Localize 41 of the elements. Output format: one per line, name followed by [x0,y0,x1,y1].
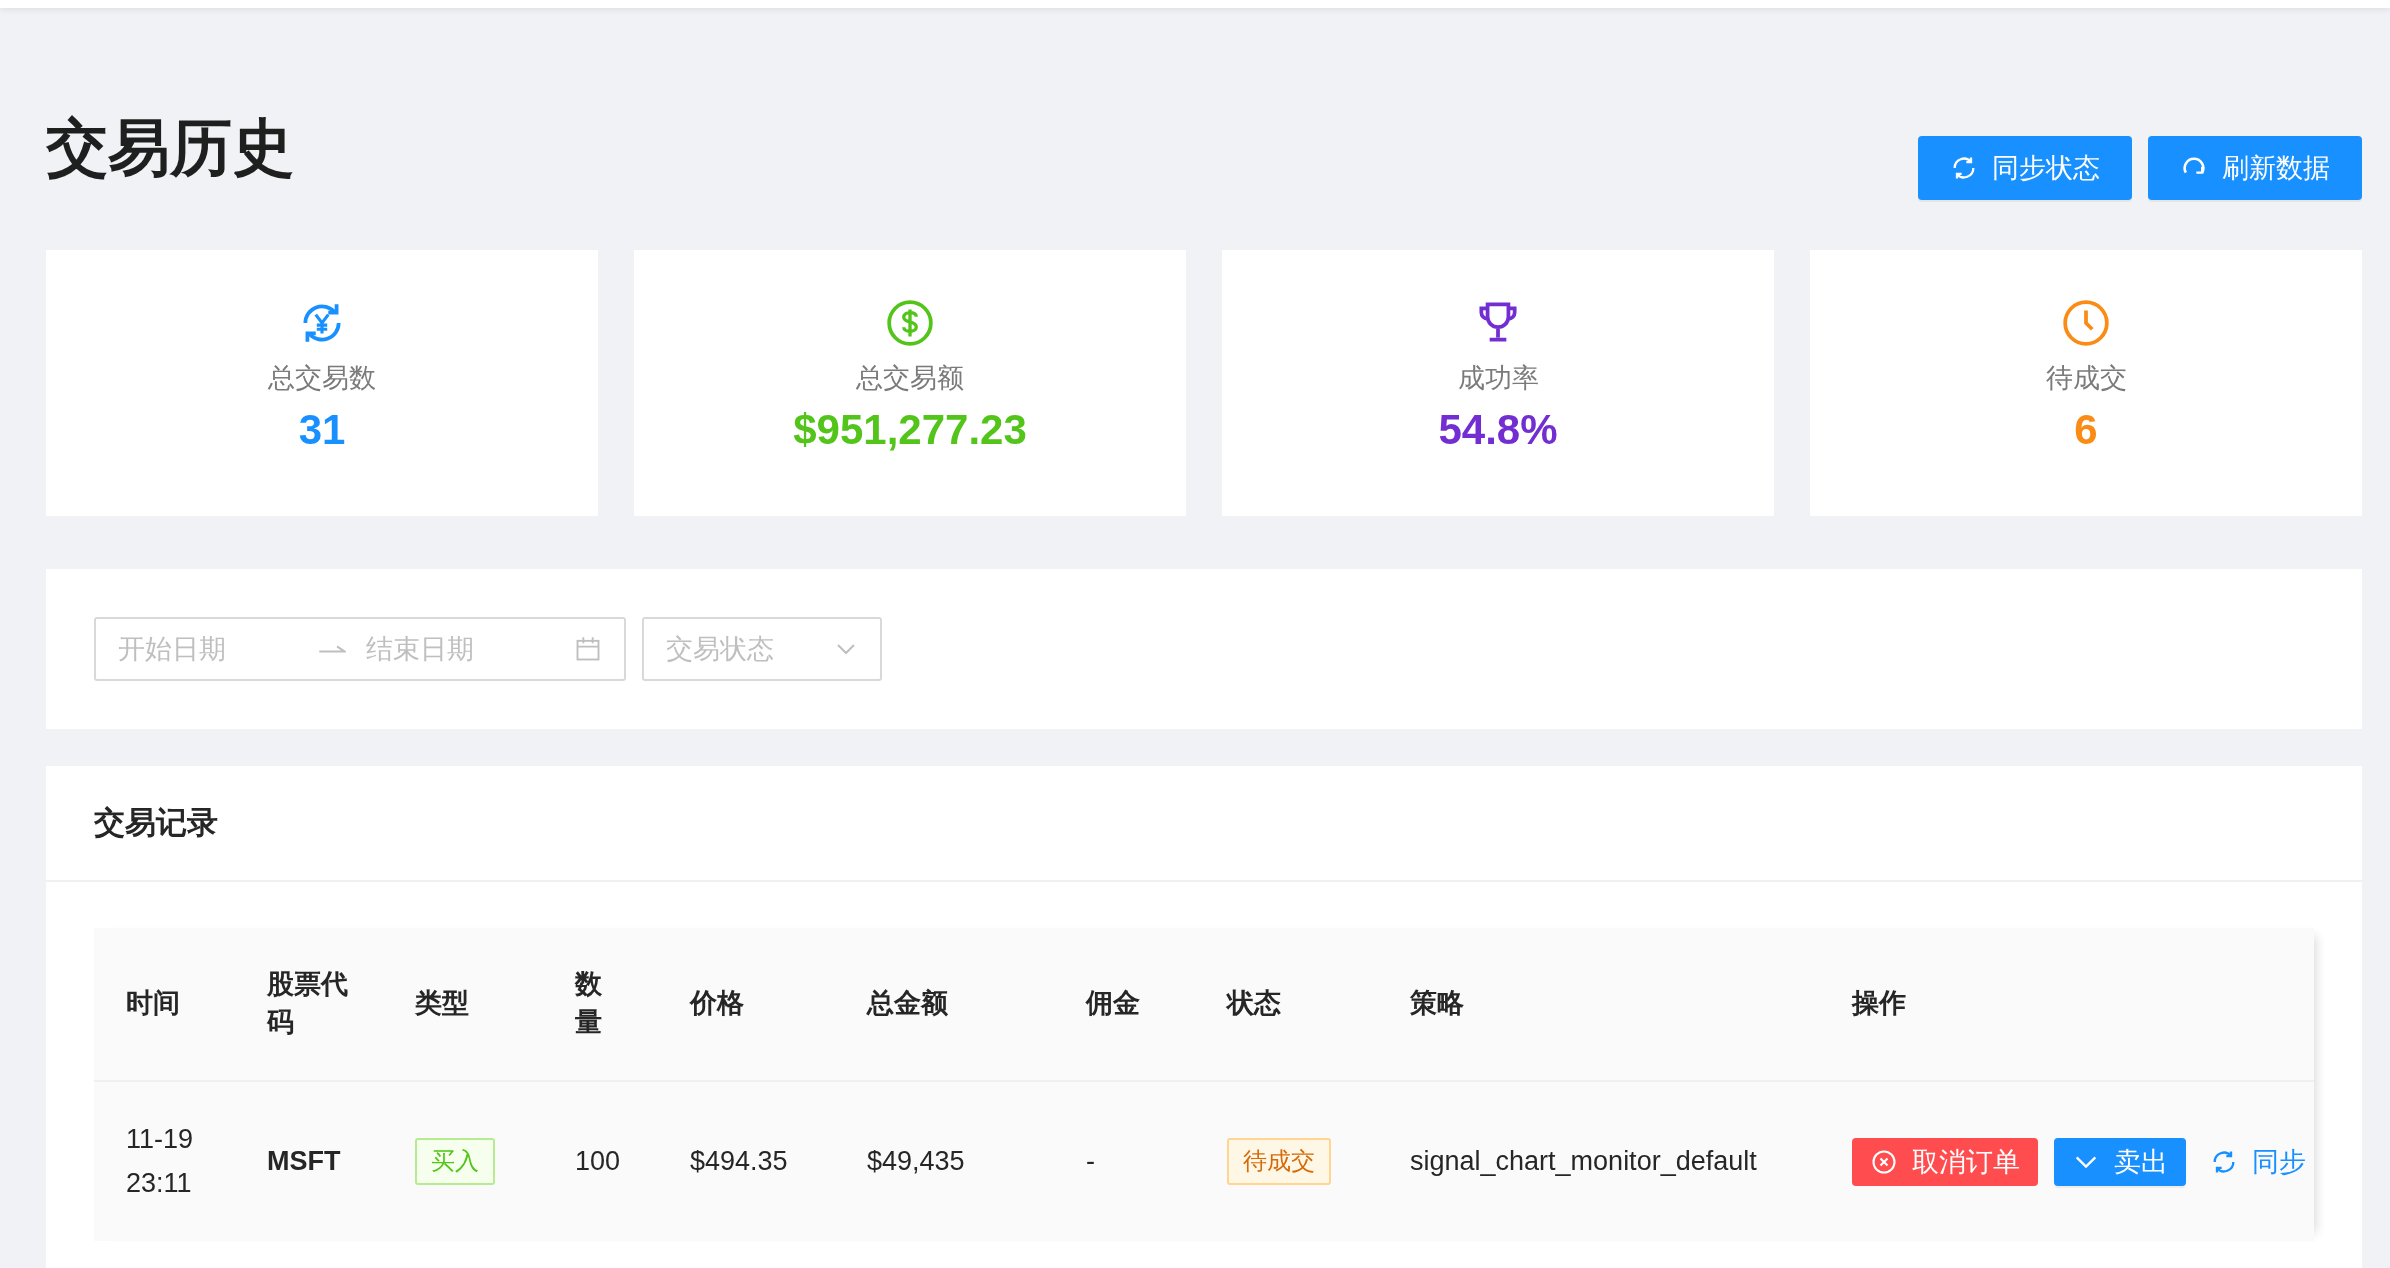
status-select[interactable]: 交易状态 [642,617,882,681]
stat-value: 31 [298,406,346,454]
stat-label: 总交易额 [856,362,964,395]
start-date-input[interactable]: 开始日期 [118,633,298,665]
close-circle-icon [1870,1147,1898,1176]
table-cell: $49,435 [835,1081,1054,1241]
table-cell: $494.35 [658,1081,835,1241]
stat-label: 总交易数 [268,362,376,395]
column-header: 价格 [658,928,835,1081]
column-header: 操作 [1820,928,2314,1081]
stat-value: 6 [2074,406,2098,454]
table-cell: 11-19 23:11 [94,1081,235,1241]
stat-label: 待成交 [2045,362,2127,395]
column-header: 数量 [543,928,658,1081]
select-placeholder: 交易状态 [666,633,774,666]
page-title: 交易历史 [46,112,294,184]
date-range-field[interactable]: 开始日期 结束日期 [94,617,626,681]
column-header: 策略 [1378,928,1820,1081]
stat-label: 成功率 [1457,362,1539,395]
sync-link[interactable]: 同步 [2202,1137,2306,1186]
end-date-input[interactable]: 结束日期 [366,633,546,665]
table-cell: - [1054,1081,1195,1241]
status-tag: 待成交 [1227,1138,1331,1185]
sell-button[interactable]: 卖出 [2054,1137,2186,1186]
column-header: 时间 [94,928,235,1081]
card-title: 交易记录 [46,766,2362,882]
header-button[interactable]: 同步状态 [1918,136,2132,200]
table-cell: signal_chart_monitor_default [1378,1081,1820,1241]
calendar-icon [574,635,602,663]
column-header: 状态 [1195,928,1378,1081]
column-header: 总金额 [835,928,1054,1081]
column-header: 佣金 [1054,928,1195,1081]
header-button[interactable]: 刷新数据 [2148,136,2362,200]
table-cell: 100 [543,1081,658,1241]
stat-value: 54.8% [1438,406,1558,454]
cancel-order-button[interactable]: 取消订单 [1852,1137,2038,1186]
table-cell: MSFT [235,1081,383,1241]
type-tag: 买入 [415,1138,495,1185]
column-header: 股票代码 [235,928,383,1081]
stat-value: $951,277.23 [793,406,1027,454]
column-header: 类型 [383,928,543,1081]
